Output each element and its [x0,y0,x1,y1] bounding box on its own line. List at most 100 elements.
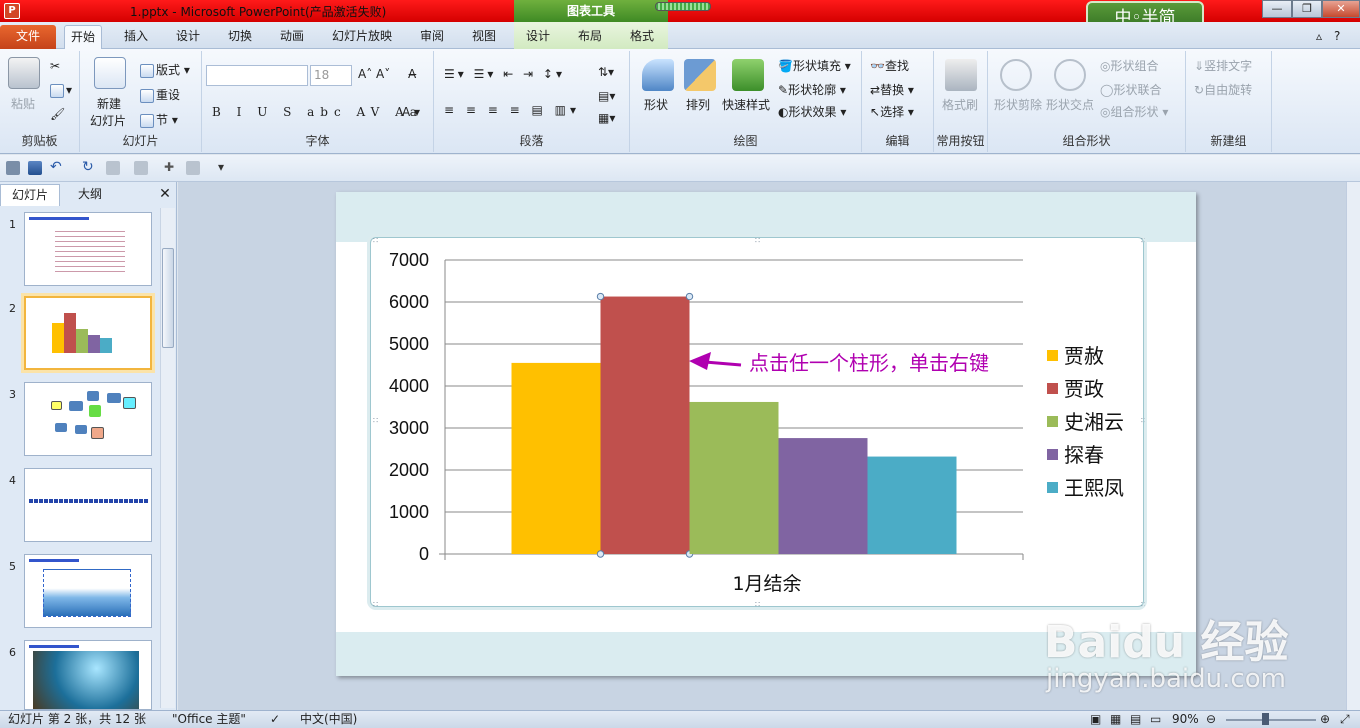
slide-thumbnail-3[interactable] [24,382,152,456]
format-painter-icon[interactable]: 🖌 [50,107,65,121]
shape-fill-button[interactable]: 🪣形状填充 ▾ [778,57,851,74]
redo-icon[interactable]: ↻ [82,160,96,175]
paste-button[interactable]: 粘贴 [11,95,35,112]
minimize-button[interactable]: — [1262,0,1292,18]
slide-thumbnail-6[interactable] [24,640,152,710]
zoom-slider-thumb[interactable] [1262,713,1269,725]
fit-to-window-icon[interactable]: ⤢ [1340,711,1350,728]
zoom-out-icon[interactable]: ⊖ [1206,711,1216,728]
spellcheck-icon[interactable]: ✓ [270,711,280,728]
smartart-icon[interactable]: ▦▾ [598,111,615,125]
format-painter-button[interactable]: 格式刷 [942,96,978,113]
shapes-icon[interactable] [642,59,674,91]
tab-chart-layout[interactable]: 布局 [572,25,608,49]
new-slide-button-label[interactable]: 幻灯片 [90,112,126,129]
bullets-icon[interactable]: ☰▾ ☰▾ ⇤ ⇥ ↕▾ [444,67,565,81]
cut-icon[interactable]: ✂ [50,59,60,73]
group-shape-button[interactable]: ◎组合形状 ▾ [1100,103,1168,120]
slide-thumbnail-1[interactable] [24,212,152,286]
canvas-scrollbar[interactable] [1346,182,1360,710]
close-button[interactable]: ✕ [1322,0,1360,18]
theme-name[interactable]: "Office 主题" [172,711,246,728]
clear-format-icon[interactable]: A̶ [408,67,416,81]
chart-frame[interactable]: 7000 6000 5000 4000 3000 2000 1000 0 1月结余 贾赦 贾政 史湘云… [370,236,1146,609]
slide-thumbnail-4[interactable] [24,468,152,542]
slide-thumbnail-5[interactable] [24,554,152,628]
text-direction-icon[interactable]: ⇅▾ [598,65,614,79]
section-button[interactable]: 节 ▾ [140,111,178,128]
slideshow-view-icon[interactable]: ▭ [1150,711,1161,728]
shape-intersect-icon[interactable] [1054,59,1086,91]
bar-chart[interactable]: 7000 6000 5000 4000 3000 2000 1000 0 1月结余 贾赦贾政史湘云… [371,236,1146,609]
shape-union-button[interactable]: ◯形状联合 [1100,81,1161,98]
font-style-buttons[interactable]: B I U S abc AV Aa [212,105,423,119]
grow-font-icon[interactable]: A˄ A˅ [358,67,390,81]
tab-slides-panel[interactable]: 幻灯片 [0,184,60,206]
tab-transitions[interactable]: 切换 [222,25,258,49]
restore-button[interactable]: ❐ [1292,0,1322,18]
find-button[interactable]: 👓查找 [870,57,909,74]
qat-handle-icon[interactable] [6,161,20,175]
tab-chart-format[interactable]: 格式 [624,25,660,49]
tab-review[interactable]: 审阅 [414,25,450,49]
shape-outline-button[interactable]: ✎形状轮廓 ▾ [778,81,846,98]
arrange-icon[interactable] [684,59,716,91]
language-indicator[interactable]: 中文(中国) [300,711,357,728]
font-name-field[interactable] [206,65,308,86]
shape-subtract-icon[interactable] [1000,59,1032,91]
new-slide-icon[interactable] [94,57,126,89]
slide-sorter-icon[interactable]: ▦ [1110,711,1121,728]
union-icon: ◯ [1100,83,1114,97]
scrollbar-thumb[interactable] [162,248,174,348]
copy-icon[interactable]: ▾ [50,83,72,98]
qat-format-icon[interactable] [106,161,120,175]
shape-effects-button[interactable]: ◐形状效果 ▾ [778,103,846,120]
quick-styles-icon[interactable] [732,59,764,91]
tab-file[interactable]: 文件 [0,25,56,49]
quick-styles-button[interactable]: 快速样式 [722,96,770,113]
shape-combine-button[interactable]: ◎形状组合 [1100,57,1159,74]
powerpoint-app-icon[interactable]: P [4,3,20,19]
shapes-button[interactable]: 形状 [644,96,668,113]
qat-align-icon[interactable] [134,161,148,175]
vertical-text-button[interactable]: ⇓竖排文字 [1194,57,1252,74]
close-pane-icon[interactable]: ✕ [156,184,174,206]
tab-outline-panel[interactable]: 大纲 [60,184,120,206]
layout-button[interactable]: 版式 ▾ [140,61,190,78]
tab-view[interactable]: 视图 [466,25,502,49]
align-icons[interactable]: ≡ ≡ ≡ ≡ ▤ ▥▾ [444,103,580,117]
minimize-ribbon-icon[interactable]: ▵ [1310,25,1328,49]
slides-pane-scrollbar[interactable] [160,208,175,708]
replace-button[interactable]: ⇄替换 ▾ [870,81,914,98]
tab-insert[interactable]: 插入 [118,25,154,49]
reset-button[interactable]: 重设 [140,86,180,103]
new-slide-button[interactable]: 新建 [97,95,121,112]
qat-group-icon[interactable] [186,161,200,175]
format-painter-large-icon[interactable] [945,59,977,91]
free-rotate-button[interactable]: ↻自由旋转 [1194,81,1252,98]
tab-home[interactable]: 开始 [64,25,103,49]
tab-chart-design[interactable]: 设计 [520,25,556,49]
shape-intersect-button[interactable]: 形状交点 [1046,96,1094,113]
zoom-in-icon[interactable]: ⊕ [1320,711,1330,728]
zoom-level[interactable]: 90% [1172,711,1199,728]
arrange-button[interactable]: 排列 [686,96,710,113]
zoom-slider[interactable] [1226,719,1316,721]
paste-icon[interactable] [8,57,40,89]
select-button[interactable]: ↖选择 ▾ [870,103,914,120]
slide-thumbnail-2[interactable] [24,296,152,370]
normal-view-icon[interactable]: ▣ [1090,711,1101,728]
reading-view-icon[interactable]: ▤ [1130,711,1141,728]
undo-icon[interactable]: ↶ [50,160,64,175]
font-color-icon[interactable]: A ▾ [402,105,420,119]
save-icon[interactable] [28,161,42,175]
customize-qat-icon[interactable]: ▾ [218,161,232,175]
shape-subtract-button[interactable]: 形状剪除 [994,96,1042,113]
align-text-icon[interactable]: ▤▾ [598,89,615,103]
tab-slideshow[interactable]: 幻灯片放映 [326,25,398,49]
tab-animations[interactable]: 动画 [274,25,310,49]
qat-crop-icon[interactable]: ✚ [164,161,178,175]
tab-design[interactable]: 设计 [170,25,206,49]
help-icon[interactable]: ? [1328,25,1346,49]
font-size-field[interactable]: 18 [310,65,352,86]
